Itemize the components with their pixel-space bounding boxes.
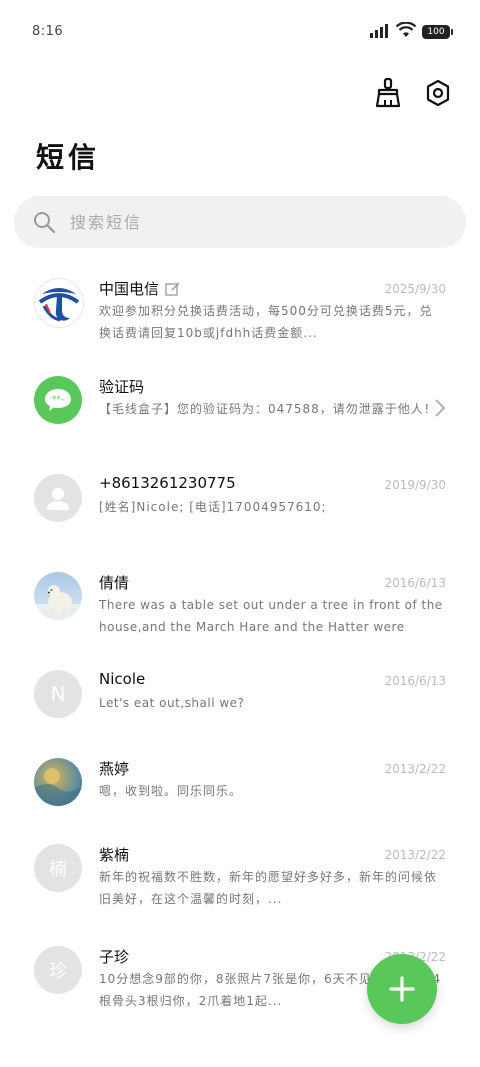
thread-name: 倩倩 <box>99 572 129 593</box>
person-icon <box>47 488 69 510</box>
status-time: 8:16 <box>32 24 64 39</box>
thread-preview: [姓名]Nicole; [电话]17004957610; <box>99 500 327 514</box>
settings-icon <box>426 79 450 107</box>
status-bar: 8:16 100 <box>0 0 480 64</box>
thread-name-text: 紫楠 <box>99 846 130 864</box>
thread-row[interactable]: N Nicole 2016/6/13 Let's eat out,shall w… <box>0 658 480 746</box>
thread-name: +8613261230775 <box>99 474 236 492</box>
thread-name-text: +8613261230775 <box>99 474 236 492</box>
thread-date: 2016/6/13 <box>384 674 446 688</box>
thread-name: 子珍 <box>99 946 129 967</box>
thread-name-text: 倩倩 <box>99 574 130 592</box>
plus-icon <box>389 976 415 1002</box>
avatar: **- <box>34 376 82 424</box>
avatar-initial: 珍 <box>49 961 67 982</box>
settings-button[interactable] <box>424 76 452 110</box>
thread-name-text: 中国电信 <box>99 280 160 298</box>
thread-preview: Let's eat out,shall we? <box>99 696 245 710</box>
thread-row[interactable]: 楠 紫楠 2013/2/22 新年的祝福数不胜数，新年的愿望好多好多，新年的问候… <box>0 832 480 934</box>
thread-preview: 嗯，收到啦。同乐同乐。 <box>99 784 243 798</box>
thread-preview: 新年的祝福数不胜数，新年的愿望好多好多，新年的问候依旧美好，在这个温馨的时刻，.… <box>99 870 438 906</box>
edit-icon <box>165 282 180 296</box>
avatar <box>34 278 84 328</box>
thread-name-text: 燕婷 <box>99 760 130 778</box>
chevron-right-icon <box>435 399 446 417</box>
brush-icon <box>375 78 401 108</box>
thread-name-text: Nicole <box>99 670 146 688</box>
thread-date: 2013/2/22 <box>384 848 446 862</box>
thread-name: 燕婷 <box>99 758 129 779</box>
thread-row[interactable]: +8613261230775 2019/9/30 [姓名]Nicole; [电话… <box>0 462 480 560</box>
avatar-initial: N <box>50 682 66 706</box>
search-icon <box>34 212 56 234</box>
thread-row[interactable]: **- 验证码 【毛线盒子】您的验证码为：047588，请勿泄露于他人！ <box>0 364 480 462</box>
avatar: 楠 <box>34 844 82 892</box>
battery-icon: 100 <box>422 25 453 39</box>
thread-name: Nicole <box>99 670 145 688</box>
wifi-icon <box>395 21 417 42</box>
thread-name: 验证码 <box>99 376 144 397</box>
page-title: 短信 <box>36 141 101 174</box>
new-message-button[interactable] <box>367 954 437 1024</box>
thread-name-text: 验证码 <box>99 378 145 396</box>
avatar <box>34 572 82 620</box>
top-actions <box>374 76 452 110</box>
svg-text:**-: **- <box>52 395 64 405</box>
thread-name-text: 子珍 <box>99 948 130 966</box>
thread-name: 紫楠 <box>99 844 129 865</box>
thread-list: 中国电信 2025/9/30 欢迎参加积分兑换话费活动，每500分可兑换话费5元… <box>0 266 480 1032</box>
thread-name: 中国电信 <box>99 278 181 299</box>
avatar: N <box>34 670 82 718</box>
thread-date: 2025/9/30 <box>384 282 446 296</box>
thread-preview: 【毛线盒子】您的验证码为：047588，请勿泄露于他人！ <box>99 402 437 416</box>
avatar <box>34 474 82 522</box>
thread-row[interactable]: 倩倩 2016/6/13 There was a table set out u… <box>0 560 480 658</box>
message-bubble-icon: **- <box>45 389 71 411</box>
china-telecom-logo-icon <box>38 288 80 322</box>
avatar <box>34 758 82 806</box>
thread-row[interactable]: 中国电信 2025/9/30 欢迎参加积分兑换话费活动，每500分可兑换话费5元… <box>0 266 480 364</box>
landscape-photo <box>34 768 82 806</box>
signal-icon <box>370 23 390 42</box>
thread-date: 2013/2/22 <box>384 762 446 776</box>
clean-brush-button[interactable] <box>374 76 402 110</box>
status-icons: 100 <box>370 21 453 42</box>
thread-date: 2016/6/13 <box>384 576 446 590</box>
thread-date: 2019/9/30 <box>384 478 446 492</box>
search-bar[interactable] <box>14 196 466 248</box>
thread-row[interactable]: 燕婷 2013/2/22 嗯，收到啦。同乐同乐。 <box>0 746 480 832</box>
battery-level: 100 <box>427 27 445 37</box>
avatar-initial: 楠 <box>49 859 67 880</box>
polar-bear-photo <box>34 585 82 620</box>
thread-preview: 欢迎参加积分兑换话费活动，每500分可兑换话费5元，兑换话费请回复10b或jfd… <box>99 304 433 340</box>
thread-preview: There was a table set out under a tree i… <box>99 598 443 634</box>
search-input[interactable] <box>68 211 432 233</box>
avatar: 珍 <box>34 946 82 994</box>
